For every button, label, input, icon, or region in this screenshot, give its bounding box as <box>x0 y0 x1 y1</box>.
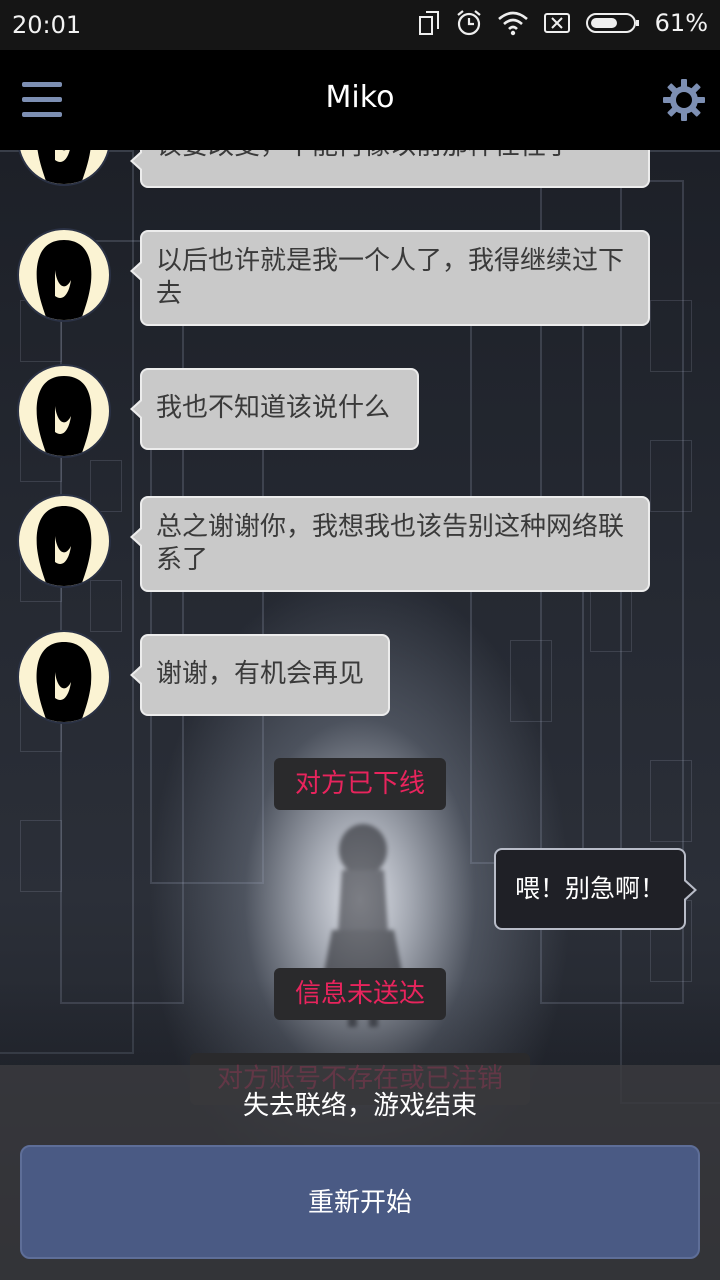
wifi-icon <box>497 11 528 36</box>
my-message-bubble: 喂！别急啊！ <box>494 848 697 930</box>
partner-message-bubble: 谢谢，有机会再见 <box>130 634 390 716</box>
message-text: 我也不知道该说什么 <box>156 393 391 423</box>
partner-avatar[interactable] <box>17 364 111 458</box>
message-text: 喂！别急啊！ <box>514 874 665 903</box>
message-text: 总之谢谢你，我想我也该告别这种网络联系了 <box>156 512 625 575</box>
partner-avatar[interactable] <box>17 228 111 322</box>
app-bar: Miko <box>0 50 720 150</box>
game-over-message: 失去联络，游戏结束 <box>242 1091 477 1121</box>
partner-message-bubble: 以后也许就是我一个人了，我得继续过下去 <box>130 230 650 326</box>
alarm-icon <box>456 10 481 36</box>
screen-rotate-icon <box>418 11 439 35</box>
message-text: 以后也许就是我一个人了，我得继续过下去 <box>156 246 625 309</box>
message-text: 该要改变，不能再像以前那样任性了 <box>156 150 572 161</box>
status-bar: 20:01 61% <box>0 0 720 50</box>
game-over-panel: 失去联络，游戏结束 重新开始 <box>0 1065 720 1280</box>
chat-title: Miko <box>325 80 395 115</box>
partner-message-bubble: 我也不知道该说什么 <box>130 368 419 450</box>
partner-message-bubble: 总之谢谢你，我想我也该告别这种网络联系了 <box>130 496 650 592</box>
partner-avatar[interactable] <box>17 630 111 724</box>
partner-avatar[interactable] <box>17 494 111 588</box>
status-time: 20:01 <box>12 11 82 39</box>
gear-icon[interactable] <box>662 78 706 122</box>
message-text: 谢谢，有机会再见 <box>156 659 365 689</box>
partner-avatar[interactable] <box>17 150 111 186</box>
system-notice-not-delivered: 信息未送达 <box>274 968 446 1020</box>
system-notice-offline: 对方已下线 <box>274 758 446 810</box>
restart-button[interactable]: 重新开始 <box>20 1145 700 1259</box>
battery-icon <box>585 13 639 33</box>
no-sim-icon <box>543 13 570 33</box>
battery-percent: 61% <box>654 9 708 37</box>
partner-message-bubble: 该要改变，不能再像以前那样任性了 <box>130 150 650 188</box>
